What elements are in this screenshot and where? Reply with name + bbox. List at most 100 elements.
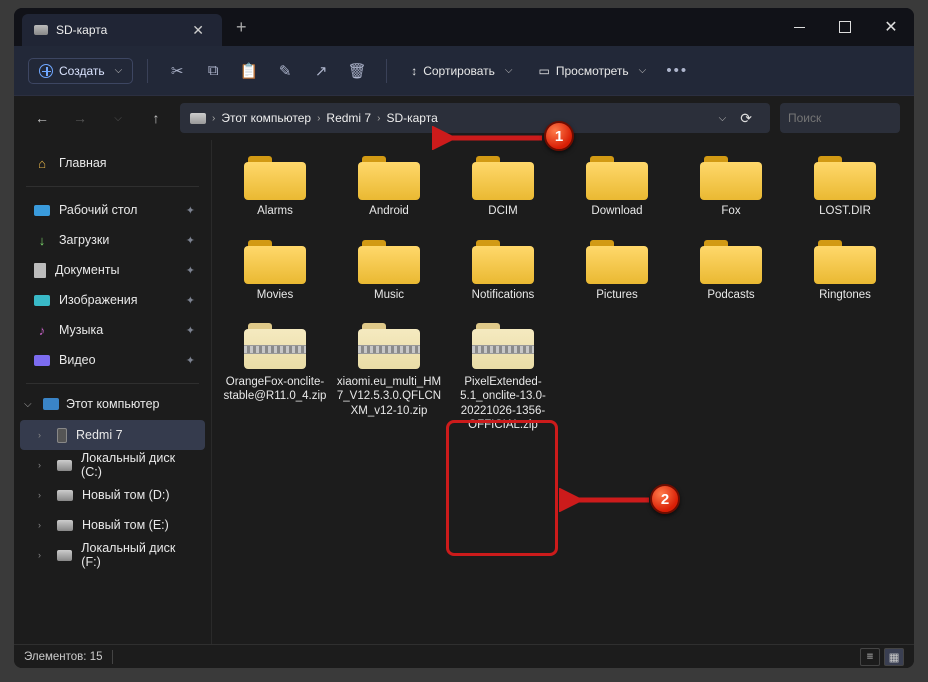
maximize-button[interactable]	[822, 8, 868, 46]
delete-icon[interactable]: 🗑	[342, 56, 372, 86]
folder-item[interactable]: Fox	[678, 152, 784, 218]
sidebar-label: Изображения	[59, 293, 138, 307]
sidebar-label: Музыка	[59, 323, 103, 337]
tab-active[interactable]: SD-карта ✕	[22, 14, 222, 46]
create-label: Создать	[59, 64, 105, 78]
sidebar-device-item[interactable]: ›Новый том (D:)	[20, 480, 205, 510]
video-icon	[34, 355, 50, 366]
minimize-button[interactable]	[776, 8, 822, 46]
toolbar: Создать ⌵ ✂ ⧉ 📋 ✎ ↗ 🗑 ↕ Сортировать ⌵ ▭ …	[14, 46, 914, 96]
sidebar-quick-item[interactable]: Документы✦	[20, 255, 205, 285]
sidebar-label: Redmi 7	[76, 428, 123, 442]
sidebar-device-item[interactable]: ›Локальный диск (C:)	[20, 450, 205, 480]
file-name: Pictures	[596, 288, 638, 302]
sidebar-device-item[interactable]: ›Локальный диск (F:)	[20, 540, 205, 570]
view-icons-button[interactable]: ▦	[884, 648, 904, 666]
forward-button[interactable]: →	[66, 104, 94, 132]
cut-icon[interactable]: ✂	[162, 56, 192, 86]
chevron-right-icon: ›	[38, 430, 48, 440]
rename-icon[interactable]: ✎	[270, 56, 300, 86]
pin-icon: ✦	[186, 354, 195, 367]
search-box[interactable]: ⌕	[780, 103, 900, 133]
sidebar-quick-item[interactable]: Изображения ✦	[20, 285, 205, 315]
create-button[interactable]: Создать ⌵	[28, 58, 133, 84]
sidebar-quick-item[interactable]: Рабочий стол✦	[20, 195, 205, 225]
sort-label: Сортировать	[423, 64, 495, 78]
tab-close-icon[interactable]: ✕	[186, 20, 210, 41]
folder-icon	[814, 152, 876, 200]
view-button[interactable]: ▭ Просмотреть ⌵	[529, 59, 657, 83]
drive-icon	[57, 550, 73, 561]
folder-item[interactable]: Alarms	[222, 152, 328, 218]
sidebar-this-pc[interactable]: ⌵ Этот компьютер	[20, 392, 205, 416]
separator	[147, 59, 148, 83]
sidebar-label: Локальный диск (C:)	[81, 451, 195, 479]
phone-icon	[57, 428, 67, 443]
zip-icon	[472, 321, 534, 371]
sidebar-quick-item[interactable]: ↓Загрузки✦	[20, 225, 205, 255]
folder-icon	[358, 236, 420, 284]
new-tab-button[interactable]: +	[222, 13, 261, 42]
sidebar-home[interactable]: ⌂ Главная	[20, 148, 205, 178]
sidebar-label: Этот компьютер	[66, 397, 159, 411]
copy-icon[interactable]: ⧉	[198, 56, 228, 86]
view-icon: ▭	[539, 64, 550, 78]
folder-item[interactable]: Movies	[222, 236, 328, 302]
sort-button[interactable]: ↕ Сортировать ⌵	[401, 59, 522, 83]
sidebar-device-item[interactable]: › Redmi 7	[20, 420, 205, 450]
sidebar-device-item[interactable]: ›Новый том (E:)	[20, 510, 205, 540]
close-button[interactable]: ✕	[868, 8, 914, 46]
sidebar-quick-item[interactable]: Видео✦	[20, 345, 205, 375]
folder-item[interactable]: LOST.DIR	[792, 152, 898, 218]
zip-item[interactable]: PixelExtended-5.1_onclite-13.0-20221026-…	[450, 321, 556, 431]
explorer-window: SD-карта ✕ + ✕ Создать ⌵ ✂ ⧉ 📋 ✎ ↗ 🗑 ↕ С…	[14, 8, 914, 668]
breadcrumb-segment[interactable]: Redmi 7	[326, 111, 371, 125]
folder-item[interactable]: Podcasts	[678, 236, 784, 302]
chevron-down-icon[interactable]: ⌵	[719, 113, 727, 124]
pin-icon: ✦	[186, 204, 195, 217]
desktop-icon	[34, 205, 50, 216]
separator	[112, 650, 113, 664]
plus-icon	[39, 64, 53, 78]
file-name: Download	[591, 204, 642, 218]
zip-item[interactable]: OrangeFox-onclite-stable@R11.0_4.zip	[222, 321, 328, 431]
folder-item[interactable]: Music	[336, 236, 442, 302]
sidebar-label: Документы	[55, 263, 119, 277]
pin-icon: ✦	[186, 324, 195, 337]
paste-icon[interactable]: 📋	[234, 56, 264, 86]
search-input[interactable]	[788, 111, 914, 125]
chevron-right-icon: ›	[377, 113, 380, 124]
file-name: Music	[374, 288, 404, 302]
folder-item[interactable]: Android	[336, 152, 442, 218]
folder-item[interactable]: DCIM	[450, 152, 556, 218]
folder-item[interactable]: Notifications	[450, 236, 556, 302]
chevron-right-icon: ›	[212, 113, 215, 124]
separator	[386, 59, 387, 83]
status-bar: Элементов: 15 ≡ ▦	[14, 644, 914, 668]
chevron-right-icon: ›	[38, 550, 48, 560]
breadcrumb-segment[interactable]: SD-карта	[386, 111, 437, 125]
sidebar-quick-item[interactable]: ♪Музыка✦	[20, 315, 205, 345]
pin-icon: ✦	[186, 234, 195, 247]
breadcrumb-segment[interactable]: Этот компьютер	[221, 111, 311, 125]
recent-button[interactable]: ⌵	[104, 104, 132, 132]
zip-item[interactable]: xiaomi.eu_multi_HM7_V12.5.3.0.QFLCNXM_v1…	[336, 321, 442, 431]
folder-item[interactable]: Pictures	[564, 236, 670, 302]
view-details-button[interactable]: ≡	[860, 648, 880, 666]
file-grid[interactable]: AlarmsAndroidDCIM Download FoxLOST.DIR Movi…	[212, 140, 914, 644]
up-button[interactable]: ↑	[142, 104, 170, 132]
folder-icon	[244, 236, 306, 284]
pictures-icon	[34, 295, 50, 306]
more-button[interactable]: •••	[662, 56, 692, 86]
file-name: Podcasts	[707, 288, 754, 302]
back-button[interactable]: ←	[28, 104, 56, 132]
pin-icon: ✦	[186, 294, 195, 307]
pc-icon	[43, 398, 59, 410]
share-icon[interactable]: ↗	[306, 56, 336, 86]
folder-item[interactable]: Ringtones	[792, 236, 898, 302]
folder-item[interactable]: Download	[564, 152, 670, 218]
refresh-button[interactable]: ⟳	[732, 110, 760, 127]
address-bar[interactable]: › Этот компьютер › Redmi 7 › SD-карта ⌵ …	[180, 103, 770, 133]
status-count-label: Элементов:	[24, 651, 86, 663]
chevron-right-icon: ›	[317, 113, 320, 124]
